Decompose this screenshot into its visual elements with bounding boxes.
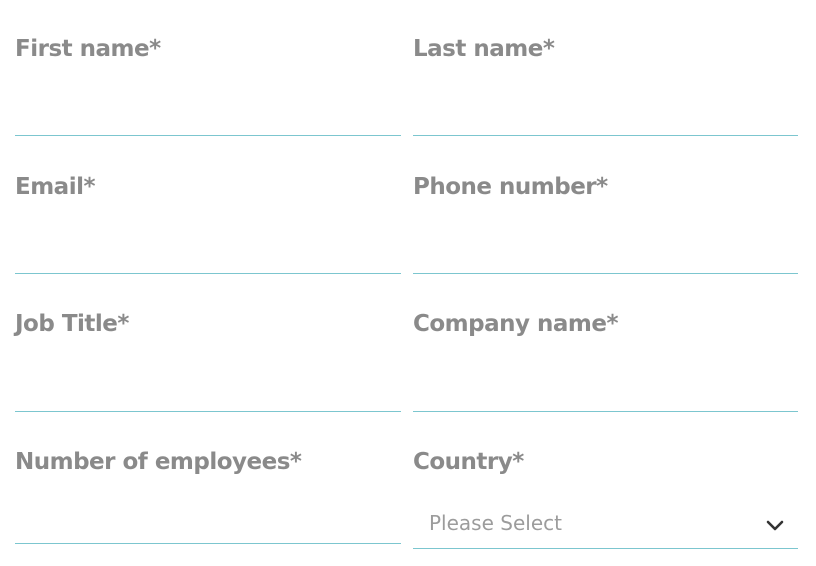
country-label: Country* (413, 449, 524, 475)
first-name-label: First name* (15, 36, 161, 62)
country-select-value: Please Select (429, 511, 562, 535)
company-name-input[interactable] (413, 372, 798, 412)
job-title-label: Job Title* (15, 311, 129, 337)
email-input[interactable] (15, 234, 401, 274)
email-label: Email* (15, 174, 96, 200)
phone-number-label: Phone number* (413, 174, 608, 200)
last-name-input[interactable] (413, 96, 798, 136)
employees-label: Number of employees* (15, 449, 302, 475)
job-title-input[interactable] (15, 372, 401, 412)
last-name-label: Last name* (413, 36, 555, 62)
first-name-input[interactable] (15, 96, 401, 136)
chevron-down-icon (766, 520, 784, 531)
employees-input[interactable] (15, 504, 401, 544)
country-select[interactable]: Please Select (413, 499, 798, 549)
phone-number-input[interactable] (413, 234, 798, 274)
company-name-label: Company name* (413, 311, 619, 337)
